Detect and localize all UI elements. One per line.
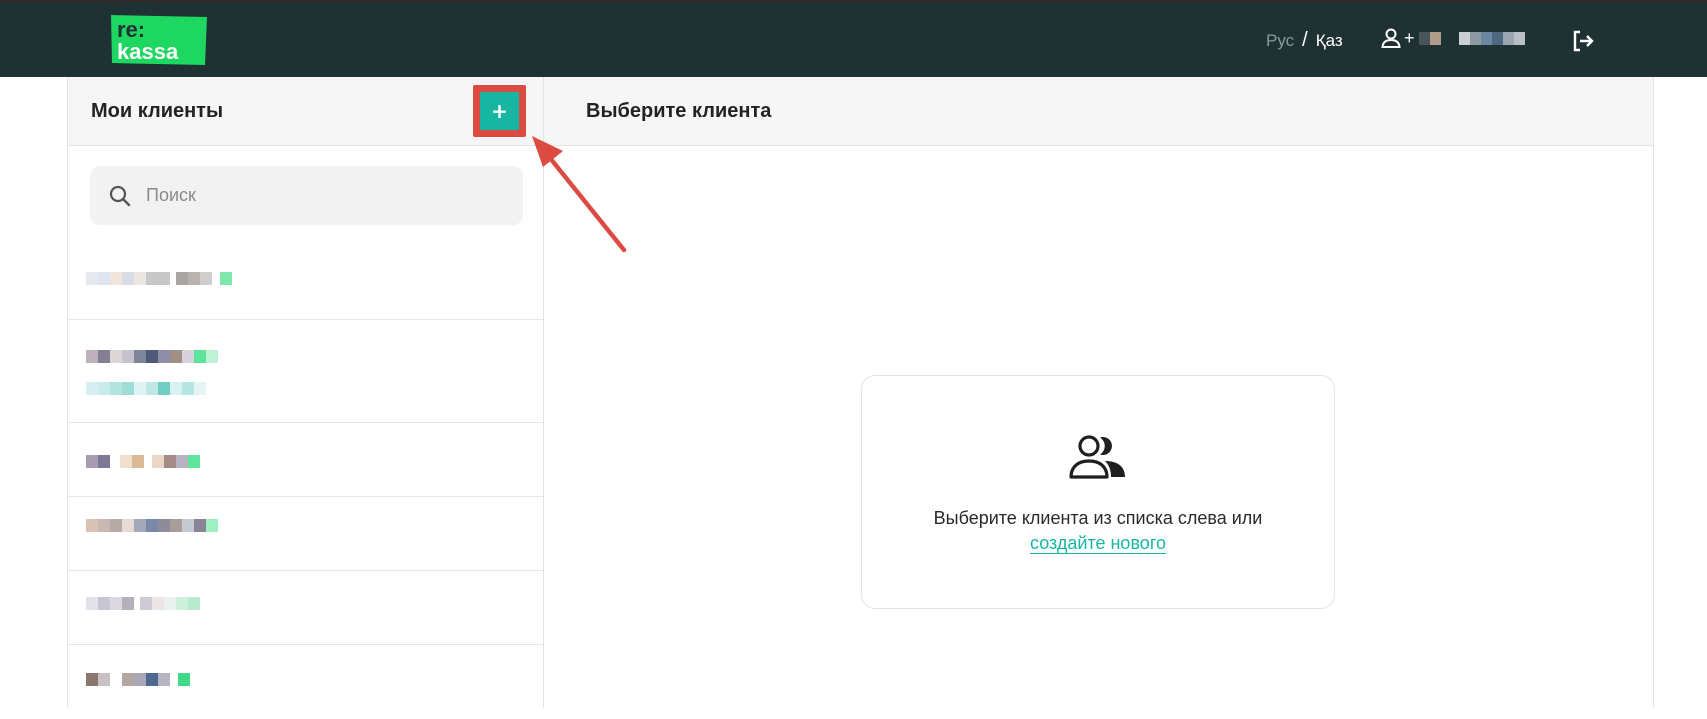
- client-name-redacted: [86, 673, 190, 686]
- user-account[interactable]: +: [1380, 27, 1525, 49]
- client-name-redacted: [86, 272, 232, 285]
- lang-kz-link[interactable]: Қаз: [1316, 31, 1343, 51]
- client-list-item[interactable]: [68, 571, 543, 645]
- client-list-item[interactable]: [68, 497, 543, 571]
- logout-icon: [1573, 30, 1594, 52]
- search-input[interactable]: [146, 185, 486, 206]
- empty-state-card: Выберите клиента из списка слева или соз…: [861, 375, 1335, 609]
- people-icon: [1069, 435, 1125, 479]
- lang-ru-link[interactable]: Рус: [1266, 31, 1294, 51]
- logo-text-bottom: kassa: [117, 39, 179, 64]
- client-detail-title: Выберите клиента: [586, 99, 772, 122]
- client-name-redacted: [86, 455, 200, 468]
- client-name-redacted: [86, 350, 218, 363]
- lang-separator: /: [1302, 29, 1308, 51]
- rekassa-logo[interactable]: re: kassa: [109, 13, 209, 68]
- user-icon: [1381, 28, 1401, 48]
- add-client-button[interactable]: +: [480, 92, 519, 130]
- user-phone-redacted: [1418, 31, 1525, 45]
- clients-panel: Мои клиенты +: [67, 77, 544, 708]
- clients-panel-header: Мои клиенты +: [68, 77, 543, 146]
- search-icon: [109, 185, 131, 206]
- client-list-item[interactable]: [68, 423, 543, 497]
- client-name-redacted: [86, 519, 218, 532]
- clients-panel-title: Мои клиенты: [91, 99, 224, 122]
- client-name-redacted: [86, 597, 200, 610]
- client-detail-panel: Выберите клиента Выберите клиента из спи…: [544, 77, 1654, 708]
- client-list-item[interactable]: [68, 247, 543, 320]
- search-box[interactable]: [90, 166, 523, 225]
- empty-state-text: Выберите клиента из списка слева или: [933, 508, 1263, 528]
- client-detail-header: Выберите клиента: [544, 77, 1653, 146]
- user-phone-prefix: +: [1404, 27, 1415, 48]
- top-navigation-bar: re: kassa Рус / Қаз +: [0, 0, 1707, 77]
- logout-button[interactable]: [1570, 28, 1596, 54]
- client-list: [68, 247, 543, 719]
- create-client-link[interactable]: создайте нового: [1030, 533, 1166, 553]
- client-list-item[interactable]: [68, 320, 543, 423]
- client-phone-redacted: [86, 382, 206, 395]
- language-switcher: Рус / Қаз: [1266, 29, 1343, 52]
- add-button-highlight: +: [473, 85, 526, 137]
